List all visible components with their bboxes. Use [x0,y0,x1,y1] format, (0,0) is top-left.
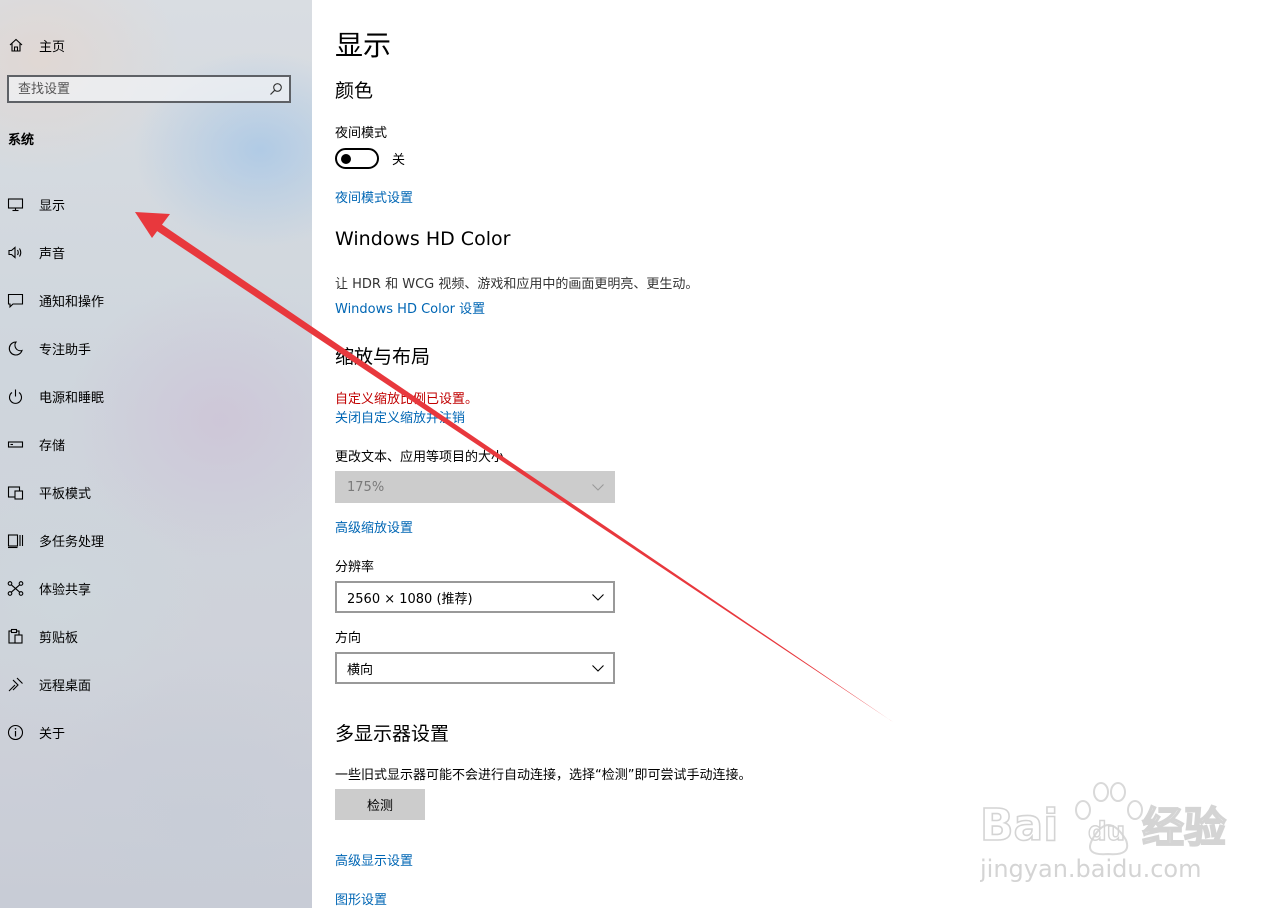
orientation-value: 横向 [347,662,374,678]
clipboard-icon [8,628,23,644]
sidebar-item-label: 剪贴板 [39,630,79,646]
sidebar-item-label: 显示 [39,198,66,214]
sidebar-item-remote-desktop[interactable]: 远程桌面 [0,660,312,708]
sidebar-item-label: 多任务处理 [39,534,105,550]
sidebar-item-label: 体验共享 [39,582,92,598]
sidebar-nav: 显示 声音 通知和操作 专注助手 电源和睡眠 存储 平板模式 多任务处理 体验共… [0,180,312,756]
chevron-down-icon [592,594,604,601]
night-mode-toggle-row: 关 [335,148,405,169]
graphics-settings-link[interactable]: 图形设置 [335,889,387,908]
moon-icon [8,340,23,356]
search-input[interactable] [9,76,269,102]
page-title: 显示 [335,29,392,62]
power-icon [8,389,23,404]
chevron-down-icon [592,484,604,491]
share-icon [7,580,24,596]
search-box[interactable] [7,75,291,103]
paw-toe [1110,782,1126,802]
orientation-dropdown[interactable]: 横向 [335,652,615,684]
monitor-icon [7,197,24,211]
turn-off-custom-scale-link[interactable]: 关闭自定义缩放并注销 [335,407,465,426]
resolution-dropdown[interactable]: 2560 × 1080 (推荐) [335,581,615,613]
notification-icon [7,293,24,308]
multitask-icon [7,533,24,548]
watermark-url: jingyan.baidu.com [980,855,1201,883]
paw-toe [1093,782,1109,802]
home-label: 主页 [39,39,66,55]
scale-value: 175% [347,479,385,495]
speaker-icon [8,245,22,259]
sidebar-item-tablet-mode[interactable]: 平板模式 [0,468,312,516]
orientation-label: 方向 [335,631,362,646]
sidebar-item-storage[interactable]: 存储 [0,420,312,468]
multi-display-description: 一些旧式显示器可能不会进行自动连接，选择“检测”即可尝试手动连接。 [335,768,752,783]
remote-desktop-icon [8,677,23,691]
scale-layout-heading: 缩放与布局 [335,346,431,368]
advanced-scaling-link[interactable]: 高级缩放设置 [335,517,413,536]
sidebar-item-label: 平板模式 [39,486,92,502]
chevron-down-icon [592,665,604,672]
sidebar-item-display[interactable]: 显示 [0,180,312,228]
sidebar-item-label: 声音 [39,246,66,262]
sidebar-item-label: 专注助手 [39,342,92,358]
sidebar: 主页 系统 显示 [0,0,312,908]
night-mode-toggle[interactable] [335,148,379,169]
info-icon [7,724,24,740]
sidebar-item-multitasking[interactable]: 多任务处理 [0,516,312,564]
sidebar-item-label: 关于 [39,726,66,742]
scale-dropdown: 175% [335,471,615,503]
sidebar-item-label: 存储 [39,438,66,454]
watermark-brand-suffix: du [1088,817,1125,847]
sidebar-item-shared-experiences[interactable]: 体验共享 [0,564,312,612]
tablet-icon [7,485,24,500]
baidu-watermark: Bai du 经验 jingyan.baidu.com [979,770,1270,890]
toggle-knob [341,153,351,164]
sidebar-item-clipboard[interactable]: 剪贴板 [0,612,312,660]
sidebar-item-notifications[interactable]: 通知和操作 [0,276,312,324]
paw-toe [1127,800,1143,820]
sidebar-item-sound[interactable]: 声音 [0,228,312,276]
hd-color-description: 让 HDR 和 WCG 视频、游戏和应用中的画面更明亮、更生动。 [335,277,699,292]
multi-display-heading: 多显示器设置 [335,723,450,745]
resolution-value: 2560 × 1080 (推荐) [347,591,473,607]
resolution-label: 分辨率 [335,560,375,575]
watermark-brand: Bai [980,800,1058,851]
night-mode-settings-link[interactable]: 夜间模式设置 [335,187,413,206]
home-icon [9,38,23,52]
hd-color-settings-link[interactable]: Windows HD Color 设置 [335,298,485,317]
detect-button[interactable]: 检测 [335,789,425,820]
search-icon[interactable] [269,82,283,96]
size-label: 更改文本、应用等项目的大小 [335,450,505,465]
settings-window: 主页 系统 显示 [0,0,1275,908]
baidu-logo: Bai du 经验 jingyan.baidu.com [979,782,1227,883]
sidebar-item-label: 通知和操作 [39,294,105,310]
sidebar-item-power-sleep[interactable]: 电源和睡眠 [0,372,312,420]
storage-icon [7,440,24,448]
toggle-state-text: 关 [392,153,406,168]
home-nav-item[interactable]: 主页 [8,34,65,56]
color-heading: 颜色 [335,80,374,102]
sidebar-item-focus-assist[interactable]: 专注助手 [0,324,312,372]
section-title: 系统 [8,133,35,148]
watermark-product: 经验 [1142,803,1226,852]
sidebar-item-about[interactable]: 关于 [0,708,312,756]
custom-scale-warning: 自定义缩放比例已设置。 [335,392,479,407]
hd-color-heading: Windows HD Color [335,228,511,250]
advanced-display-settings-link[interactable]: 高级显示设置 [335,850,413,869]
sidebar-item-label: 远程桌面 [39,678,92,694]
night-mode-label: 夜间模式 [335,126,388,141]
sidebar-item-label: 电源和睡眠 [39,390,105,406]
